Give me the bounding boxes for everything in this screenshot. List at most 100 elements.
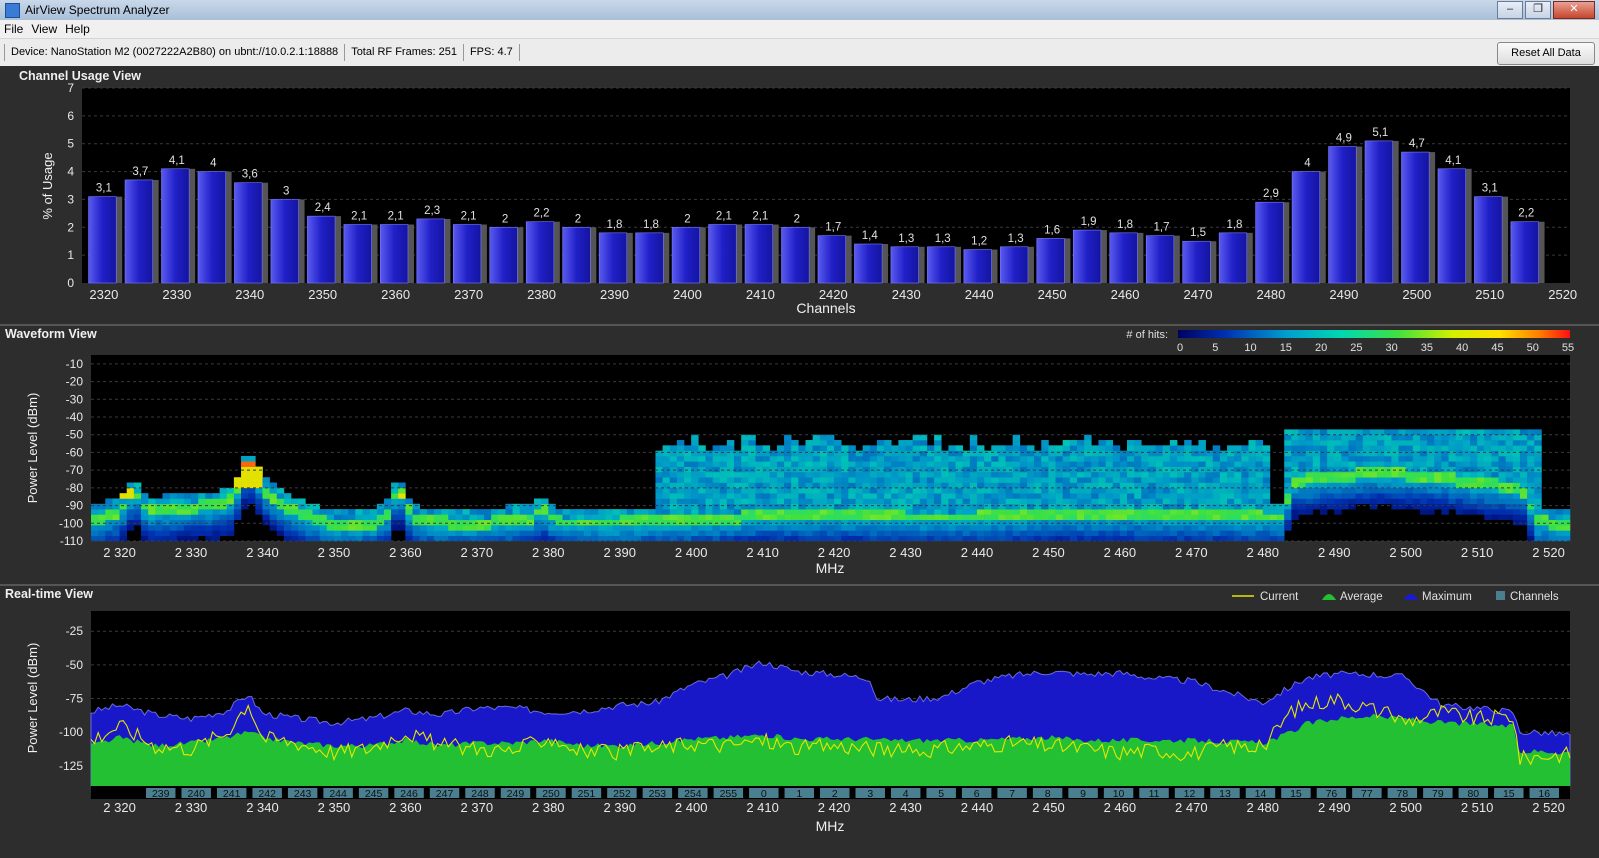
reset-all-data-button[interactable]: Reset All Data (1497, 42, 1595, 65)
heat-cell (741, 445, 749, 451)
heat-cell (884, 535, 892, 542)
heat-cell (1219, 535, 1228, 542)
heat-cell (1341, 466, 1349, 473)
heat-cell (1527, 509, 1535, 515)
heat-cell (1134, 445, 1142, 451)
heat-cell (1462, 471, 1471, 478)
app-logo-icon (5, 2, 20, 18)
heat-cell (934, 434, 942, 441)
heat-cell (1255, 514, 1264, 521)
heat-cell (941, 509, 949, 515)
heat-cell (698, 493, 706, 499)
heat-cell (1434, 498, 1442, 505)
heat-cell (1198, 503, 1206, 510)
heat-cell (491, 514, 499, 521)
heat-cell (1269, 530, 1278, 536)
heat-cell (1327, 477, 1335, 483)
heat-cell (1019, 482, 1028, 489)
maximize-button[interactable]: ❐ (1525, 1, 1551, 19)
heat-cell (1519, 471, 1528, 478)
heat-cell (1548, 514, 1557, 521)
heat-cell (1177, 482, 1185, 489)
heat-cell (1298, 434, 1306, 441)
heat-cell (298, 525, 306, 531)
heat-cell (1284, 440, 1292, 446)
heat-cell (1262, 535, 1271, 542)
heat-cell (491, 535, 499, 542)
heat-cell (841, 503, 849, 510)
heat-cell (884, 445, 892, 451)
heat-cell (276, 487, 285, 494)
heat-cell (398, 503, 406, 510)
menu-help[interactable]: Help (65, 22, 90, 36)
heat-cell (398, 525, 406, 531)
heat-cell (1355, 440, 1364, 446)
heat-cell (691, 445, 699, 451)
heat-cell (1441, 461, 1449, 467)
close-button[interactable]: ✕ (1553, 1, 1595, 19)
heat-cell (926, 482, 935, 489)
heat-cell (941, 498, 949, 505)
heat-cell (905, 477, 913, 483)
heat-cell (655, 471, 663, 478)
heat-cell (812, 466, 821, 473)
heat-cell (1234, 535, 1242, 542)
heat-cell (291, 525, 299, 531)
heat-cell (991, 535, 999, 542)
heat-cell (469, 530, 478, 536)
heat-cell (598, 535, 606, 542)
heat-cell (1505, 466, 1514, 473)
menu-view[interactable]: View (31, 22, 57, 36)
heat-cell (912, 535, 921, 542)
heat-cell (655, 450, 663, 457)
menu-file[interactable]: File (4, 22, 23, 36)
heat-cell (398, 509, 406, 515)
realtime-xlabel: MHz (816, 818, 845, 834)
heat-cell (891, 461, 899, 467)
heat-cell (1412, 477, 1421, 483)
heat-cell (812, 471, 821, 478)
heat-cell (298, 509, 306, 515)
heat-cell (819, 509, 828, 515)
heat-cell (1377, 461, 1385, 467)
heat-cell (298, 530, 306, 536)
heat-cell (1334, 455, 1342, 462)
heat-cell (712, 461, 721, 467)
heat-cell (1505, 503, 1514, 510)
heat-cell (448, 535, 456, 542)
heat-cell (1512, 450, 1521, 457)
heat-cell (1305, 429, 1314, 436)
x-tick-label: 2470 (1184, 287, 1213, 302)
heat-cell (212, 519, 220, 526)
heat-cell (1484, 429, 1492, 436)
heat-cell (1441, 450, 1449, 457)
heat-cell (655, 466, 663, 473)
heat-cell (976, 530, 985, 536)
heat-cell (169, 493, 178, 499)
heat-cell (476, 519, 485, 526)
usage-bar (1474, 196, 1503, 284)
heat-cell (1534, 503, 1542, 510)
heat-cell (791, 477, 799, 483)
heat-cell (341, 530, 349, 536)
minimize-button[interactable]: – (1497, 1, 1523, 19)
heat-cell (1419, 482, 1428, 489)
heat-cell (962, 487, 971, 494)
heat-cell (741, 466, 749, 473)
heat-cell (1455, 466, 1464, 473)
heat-cell (1155, 466, 1164, 473)
heat-cell (805, 466, 813, 473)
heat-cell (419, 509, 428, 515)
heat-cell (1112, 455, 1121, 462)
heat-cell (1055, 487, 1064, 494)
heat-cell (1162, 487, 1171, 494)
heat-cell (1034, 477, 1042, 483)
heat-cell (1055, 525, 1064, 531)
heat-cell (426, 525, 435, 531)
heat-cell (876, 525, 885, 531)
heat-cell (1098, 477, 1106, 483)
heat-cell (1469, 440, 1478, 446)
heat-cell (1012, 487, 1021, 494)
heat-cell (748, 471, 756, 478)
heat-cell (1219, 498, 1228, 505)
